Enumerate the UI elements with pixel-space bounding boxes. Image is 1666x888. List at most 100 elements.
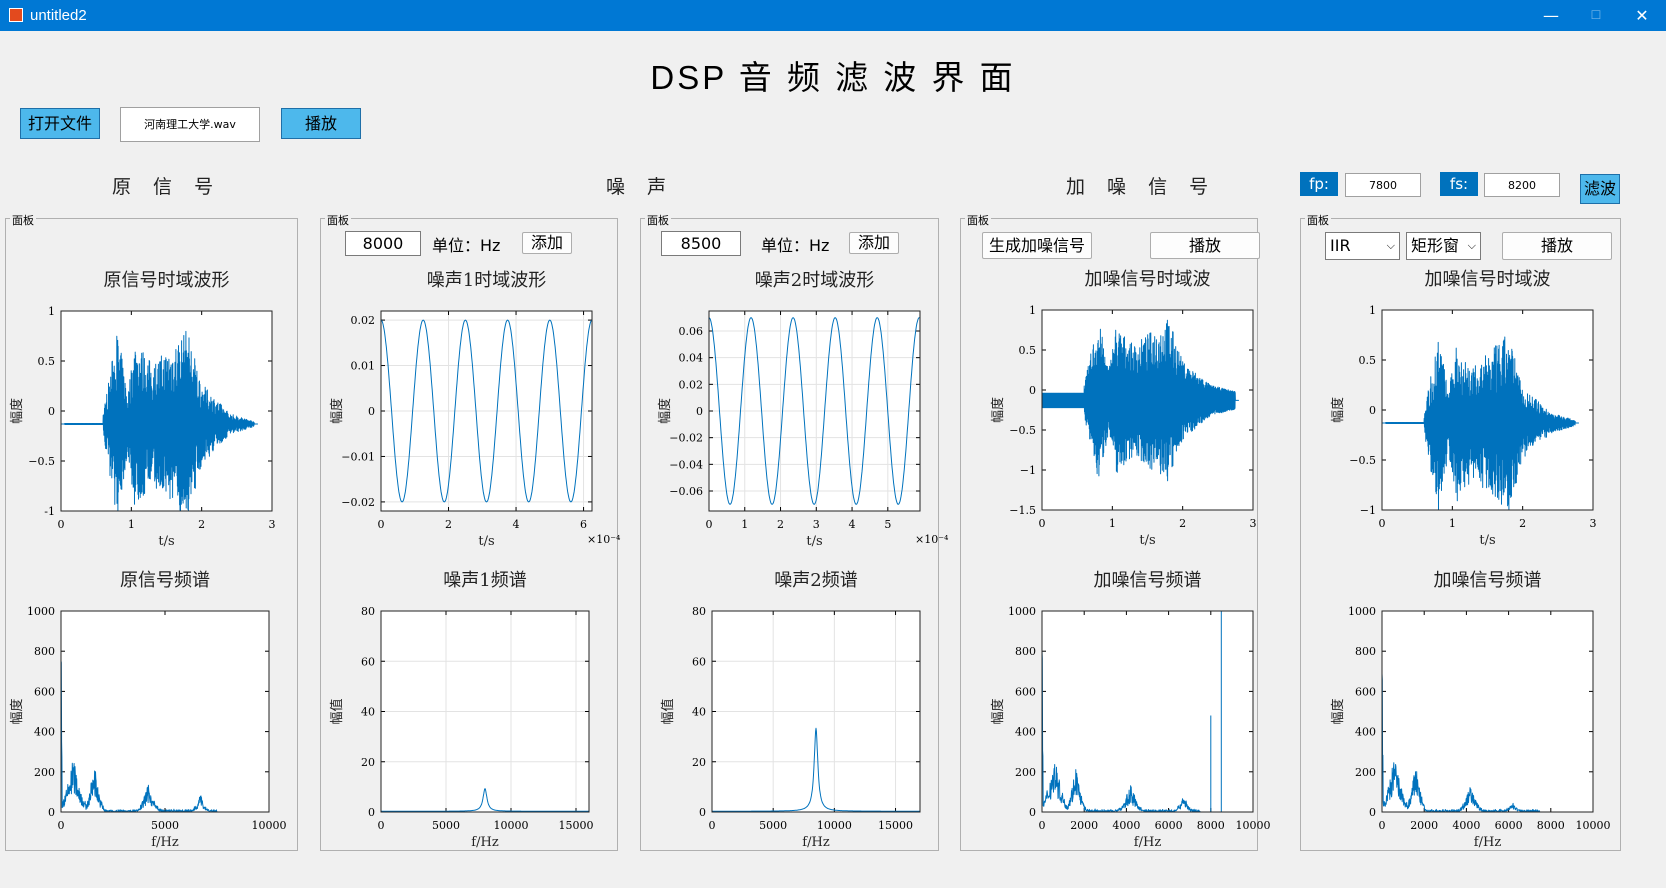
y-axis-label: 幅度: [9, 398, 25, 424]
x-tick-label: 0: [378, 819, 385, 832]
x-tick-label: 6000: [1495, 819, 1523, 832]
y-tick-label: −0.02: [341, 496, 375, 509]
y-tick-label: 600: [1015, 685, 1036, 698]
y-tick-label: 0.06: [679, 325, 704, 338]
maximize-button[interactable]: ☐: [1573, 0, 1619, 31]
y-tick-label: −0.5: [1349, 454, 1376, 467]
chart-title: 加噪信号时域波: [1085, 269, 1211, 290]
x-tick-label: 0: [378, 518, 385, 531]
x-tick-label: 3: [269, 518, 276, 531]
y-tick-label: 0.02: [351, 314, 376, 327]
noisy-spec-chart: 0 2000 4000 6000 8000 10000 0 200 400 600 800 1000 加…: [990, 570, 1271, 850]
y-tick-label: 0.01: [351, 360, 376, 373]
x-axis-label: f/Hz: [802, 835, 830, 850]
x-axis-label: f/Hz: [1134, 835, 1162, 850]
chart-title: 噪声2时域波形: [755, 270, 874, 291]
chart-title: 原信号时域波形: [104, 270, 230, 291]
chart-title: 加噪信号频谱: [1094, 570, 1202, 591]
panel-label: 面板: [965, 212, 991, 228]
noise2-spec-chart: 0 5000 10000 15000 0 20 40 60 80 噪声2频谱 f/Hz 幅值: [660, 570, 921, 850]
x-tick-label: 1: [128, 518, 135, 531]
y-tick-label: −0.02: [669, 432, 703, 445]
y-tick-label: 0: [699, 806, 706, 819]
filtered-spec-chart: 0 2000 4000 6000 8000 10000 0 200 400 600 800 1000 加…: [1330, 570, 1611, 850]
chart-title: 加噪信号频谱: [1434, 570, 1542, 591]
x-tick-label: 10000: [494, 819, 529, 832]
y-tick-label: 0: [1369, 404, 1376, 417]
matlab-app-icon: [9, 8, 23, 22]
play-original-button[interactable]: 播放: [281, 108, 361, 139]
x-tick-label: 2: [198, 518, 205, 531]
page-title: DSP 音 频 滤 波 界 面: [650, 59, 1016, 96]
x-tick-label: 0: [1039, 819, 1046, 832]
y-tick-label: 0: [1029, 384, 1036, 397]
fs-label: fs:: [1440, 172, 1478, 196]
file-name-field[interactable]: 河南理工大学.wav: [120, 107, 260, 142]
x-tick-label: 10000: [1236, 819, 1271, 832]
y-tick-label: 600: [1355, 685, 1376, 698]
x-axis-label: f/Hz: [151, 835, 179, 850]
y-tick-label: 60: [692, 655, 706, 668]
y-axis-label: 幅值: [329, 698, 345, 724]
panel-label: 面板: [325, 212, 351, 228]
x-tick-label: 0: [1039, 517, 1046, 530]
x-tick-label: 0: [58, 518, 65, 531]
y-tick-label: 0.02: [679, 378, 704, 391]
x-tick-label: 8000: [1197, 819, 1225, 832]
panel-label: 面板: [10, 212, 36, 228]
y-tick-label: 400: [1355, 726, 1376, 739]
y-tick-label: 0: [368, 806, 375, 819]
chart-title: 原信号频谱: [120, 570, 210, 591]
x-tick-label: 4: [849, 518, 856, 531]
y-tick-label: 1: [48, 305, 55, 318]
y-tick-label: 0.04: [679, 352, 704, 365]
x-tick-label: 3: [1590, 517, 1597, 530]
y-tick-label: 400: [1015, 726, 1036, 739]
y-axis-label: 幅度: [1330, 698, 1346, 724]
x-tick-label: 1: [741, 518, 748, 531]
x-tick-label: 2: [445, 518, 452, 531]
y-tick-label: 0: [368, 405, 375, 418]
filter-button[interactable]: 滤波: [1580, 174, 1620, 204]
y-tick-label: 1: [1029, 304, 1036, 317]
y-tick-label: 1000: [1348, 605, 1376, 618]
y-tick-label: −0.06: [669, 485, 703, 498]
y-tick-label: −1.5: [1009, 504, 1036, 517]
y-tick-label: 400: [34, 726, 55, 739]
minimize-button[interactable]: —: [1528, 0, 1574, 31]
x-tick-label: 5000: [432, 819, 460, 832]
fp-label: fp:: [1300, 172, 1338, 196]
y-tick-label: 800: [34, 645, 55, 658]
x-tick-label: 5000: [759, 819, 787, 832]
x-tick-label: 10000: [1576, 819, 1611, 832]
chart-title: 噪声2频谱: [774, 570, 857, 591]
x-tick-label: 0: [1379, 517, 1386, 530]
y-tick-label: −1: [1360, 504, 1376, 517]
open-file-button[interactable]: 打开文件: [20, 108, 100, 139]
close-button[interactable]: ✕: [1619, 0, 1665, 31]
x-tick-label: 0: [58, 819, 65, 832]
x-tick-label: 6: [580, 518, 587, 531]
x-tick-label: 0: [706, 518, 713, 531]
noise1-spec-chart: 0 5000 10000 15000 0 20 40 60 80 噪声1频谱 f/Hz 幅值: [329, 570, 594, 850]
y-axis-label: 幅度: [1330, 397, 1346, 423]
x-tick-label: 2: [777, 518, 784, 531]
panel-label: 面板: [645, 212, 671, 228]
chart-title: 加噪信号时域波: [1425, 269, 1551, 290]
panel-label: 面板: [1305, 212, 1331, 228]
y-axis-label: 幅度: [990, 698, 1006, 724]
fp-input[interactable]: 7800: [1345, 173, 1421, 197]
y-tick-label: 40: [361, 706, 375, 719]
x-tick-label: 5000: [151, 819, 179, 832]
x-tick-label: 2: [1179, 517, 1186, 530]
y-axis-label: 幅度: [9, 698, 25, 724]
x-axis-label: f/Hz: [1474, 835, 1502, 850]
x-tick-label: 4000: [1112, 819, 1140, 832]
x-tick-label: 2000: [1070, 819, 1098, 832]
x-tick-label: 2: [1519, 517, 1526, 530]
y-tick-label: 800: [1015, 645, 1036, 658]
y-tick-label: 200: [1015, 766, 1036, 779]
y-tick-label: 600: [34, 685, 55, 698]
title-bar: untitled2 — ☐ ✕: [0, 0, 1666, 31]
fs-input[interactable]: 8200: [1484, 173, 1560, 197]
